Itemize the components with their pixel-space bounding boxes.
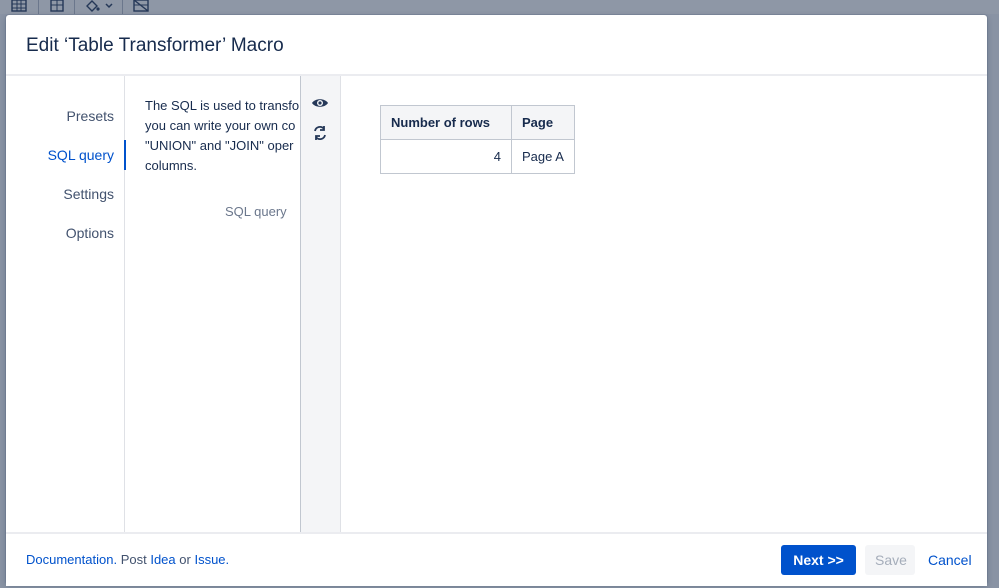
dialog-title: Edit ‘Table Transformer’ Macro <box>26 35 284 56</box>
preview-tools <box>301 76 341 532</box>
nav-item-presets[interactable]: Presets <box>67 107 114 125</box>
eye-icon[interactable] <box>311 96 329 114</box>
nav-item-options[interactable]: Options <box>66 224 114 242</box>
or-text: or <box>179 552 191 567</box>
description-line: The SQL is used to transfo <box>145 98 300 113</box>
toolbar-divider <box>74 0 75 14</box>
macro-editor-dialog: Edit ‘Table Transformer’ Macro Presets S… <box>6 15 987 586</box>
result-table: Number of rows Page 4 Page A <box>380 105 575 174</box>
documentation-link[interactable]: Documentation. <box>26 552 117 567</box>
table-cell: 4 <box>380 139 512 174</box>
refresh-icon[interactable] <box>311 124 329 142</box>
insert-table-icon[interactable] <box>11 0 27 12</box>
table-no-borders-icon[interactable] <box>133 0 149 12</box>
fill-color-icon[interactable] <box>85 0 115 12</box>
settings-nav: Presets SQL query Settings Options <box>6 76 126 532</box>
column-header-number-of-rows: Number of rows <box>380 105 512 140</box>
nav-item-settings[interactable]: Settings <box>63 185 114 203</box>
sql-description-text: The SQL is used to transfo you can write… <box>145 96 300 176</box>
description-line: columns. <box>145 158 198 173</box>
table-cell: Page A <box>511 139 575 174</box>
editor-toolbar <box>0 0 999 14</box>
idea-link[interactable]: Idea <box>150 552 175 567</box>
footer-links: Documentation. Post Idea or Issue. <box>26 552 229 567</box>
toolbar-divider <box>38 0 39 14</box>
table-row: 4 Page A <box>380 139 575 174</box>
issue-link[interactable]: Issue. <box>194 552 229 567</box>
toolbar-divider <box>122 0 123 14</box>
next-button[interactable]: Next >> <box>781 545 856 575</box>
result-preview: Number of rows Page 4 Page A <box>341 76 987 532</box>
column-header-page: Page <box>511 105 575 140</box>
sql-query-field-label: SQL query <box>225 204 287 219</box>
dialog-body: Presets SQL query Settings Options The S… <box>6 76 987 532</box>
table-column-icon[interactable] <box>49 0 65 12</box>
dialog-footer: Documentation. Post Idea or Issue. Next … <box>6 532 987 586</box>
nav-item-sql-query[interactable]: SQL query <box>48 146 114 164</box>
table-header-row: Number of rows Page <box>380 105 575 140</box>
sql-description-pane[interactable]: The SQL is used to transfo you can write… <box>125 76 301 532</box>
post-text: Post <box>120 552 147 567</box>
description-line: you can write your own co <box>145 118 296 133</box>
dialog-header: Edit ‘Table Transformer’ Macro <box>6 15 987 76</box>
save-button[interactable]: Save <box>865 545 915 575</box>
cancel-button[interactable]: Cancel <box>918 545 973 575</box>
description-line: "UNION" and "JOIN" oper <box>145 138 294 153</box>
